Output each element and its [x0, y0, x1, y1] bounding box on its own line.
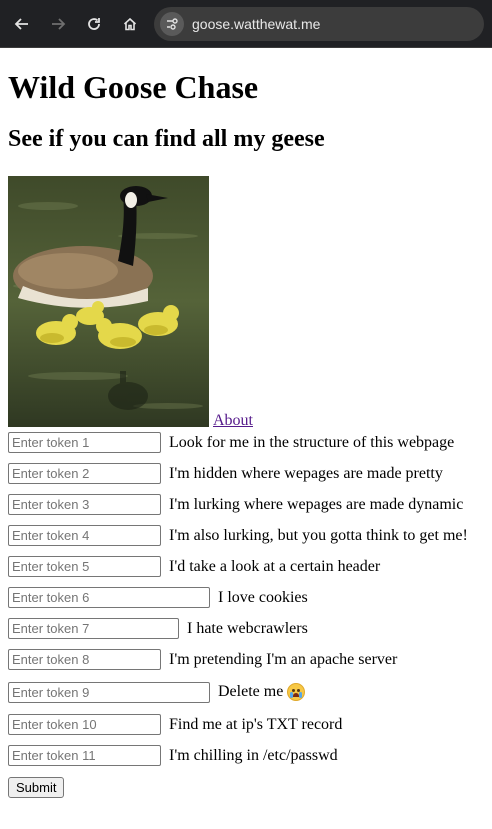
browser-toolbar: goose.watthewat.me: [0, 0, 492, 48]
page-subtitle: See if you can find all my geese: [8, 126, 325, 152]
token-row-1: Look for me in the structure of this web…: [8, 427, 484, 458]
token-9-hint: Delete me: [218, 682, 306, 702]
token-row-7: I hate webcrawlers: [8, 613, 484, 644]
token-1-input[interactable]: [8, 432, 161, 453]
token-7-input[interactable]: [8, 618, 179, 639]
token-form: Look for me in the structure of this web…: [8, 427, 484, 771]
token-row-6: I love cookies: [8, 582, 484, 613]
token-11-hint: I'm chilling in /etc/passwd: [169, 746, 338, 764]
token-row-2: I'm hidden where wepages are made pretty: [8, 458, 484, 489]
loudly-crying-face-icon: [287, 683, 306, 702]
token-7-hint: I hate webcrawlers: [187, 619, 308, 637]
submit-button[interactable]: Submit: [8, 777, 65, 798]
token-3-input[interactable]: [8, 494, 161, 515]
token-5-input[interactable]: [8, 556, 161, 577]
url-text[interactable]: goose.watthewat.me: [192, 16, 320, 32]
token-6-input[interactable]: [8, 587, 210, 608]
site-settings-icon[interactable]: [160, 11, 184, 36]
home-icon[interactable]: [116, 10, 144, 38]
token-10-input[interactable]: [8, 714, 161, 735]
token-row-5: I'd take a look at a certain header: [8, 551, 484, 582]
page-content: Wild Goose Chase See if you can find all…: [0, 69, 492, 798]
token-1-hint: Look for me in the structure of this web…: [169, 433, 455, 451]
goose-photo: [8, 176, 209, 427]
token-row-9: Delete me: [8, 675, 484, 709]
hero-row: About: [8, 173, 484, 429]
forward-arrow-icon[interactable]: [44, 10, 72, 38]
token-11-input[interactable]: [8, 745, 161, 766]
page-title: Wild Goose Chase: [8, 69, 259, 105]
token-8-hint: I'm pretending I'm an apache server: [169, 650, 398, 668]
token-row-11: I'm chilling in /etc/passwd: [8, 740, 484, 771]
token-3-hint: I'm lurking where wepages are made dynam…: [169, 495, 464, 513]
address-bar[interactable]: goose.watthewat.me: [154, 6, 484, 41]
token-4-hint: I'm also lurking, but you gotta think to…: [169, 526, 468, 544]
token-8-input[interactable]: [8, 649, 161, 670]
token-5-hint: I'd take a look at a certain header: [169, 557, 381, 575]
token-row-4: I'm also lurking, but you gotta think to…: [8, 520, 484, 551]
about-link[interactable]: About: [213, 413, 253, 429]
back-arrow-icon[interactable]: [8, 10, 36, 38]
token-9-hint-text: Delete me: [218, 682, 284, 700]
token-6-hint: I love cookies: [218, 588, 308, 606]
reload-icon[interactable]: [80, 10, 108, 38]
token-row-3: I'm lurking where wepages are made dynam…: [8, 489, 484, 520]
token-10-hint: Find me at ip's TXT record: [169, 715, 343, 733]
token-9-input[interactable]: [8, 681, 210, 703]
token-2-input[interactable]: [8, 463, 161, 484]
token-2-hint: I'm hidden where wepages are made pretty: [169, 464, 443, 482]
token-row-8: I'm pretending I'm an apache server: [8, 644, 484, 675]
token-row-10: Find me at ip's TXT record: [8, 709, 484, 740]
token-4-input[interactable]: [8, 525, 161, 546]
